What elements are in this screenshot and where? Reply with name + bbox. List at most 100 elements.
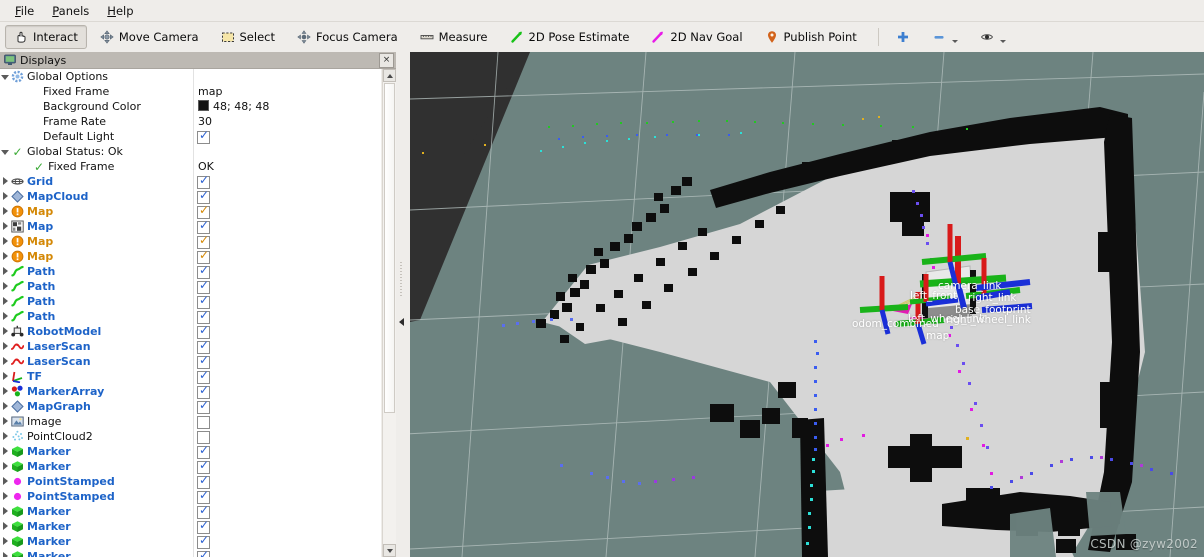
tool-publish-point-label: Publish Point: [783, 30, 857, 44]
tool-measure[interactable]: Measure: [411, 25, 497, 49]
display-item-label: Marker: [27, 535, 71, 548]
tool-select[interactable]: Select: [212, 25, 284, 49]
display-item-path-8[interactable]: Path ✓: [0, 294, 381, 309]
tree-expander[interactable]: [0, 385, 10, 398]
display-item-label: TF: [27, 370, 43, 383]
tree-expander[interactable]: [0, 550, 10, 557]
tree-expander[interactable]: [0, 355, 10, 368]
remove-tool-button[interactable]: [923, 25, 967, 49]
tool-focus-camera[interactable]: Focus Camera: [288, 25, 407, 49]
display-item-map-5[interactable]: Map ✓: [0, 249, 381, 264]
tree-expander[interactable]: [0, 400, 10, 413]
close-icon[interactable]: ×: [379, 52, 394, 68]
panel-splitter[interactable]: [396, 52, 410, 557]
display-item-mapcloud-1[interactable]: MapCloud ✓: [0, 189, 381, 204]
menu-item-file[interactable]: FFileile: [6, 2, 43, 20]
render-view-3d[interactable]: odom_combined map left_front camera_link rig…: [410, 52, 1204, 557]
display-item-marker-19[interactable]: Marker ✓: [0, 459, 381, 474]
display-item-mapgraph-15[interactable]: MapGraph ✓: [0, 399, 381, 414]
tree-expander[interactable]: [0, 460, 10, 473]
tree-expander[interactable]: [0, 430, 10, 443]
tree-expander[interactable]: [0, 70, 10, 83]
display-item-pointstamped-20[interactable]: PointStamped ✓: [0, 474, 381, 489]
display-item-marker-23[interactable]: Marker ✓: [0, 519, 381, 534]
tree-expander[interactable]: [0, 220, 10, 233]
tree-expander[interactable]: [0, 145, 10, 158]
pointstamped-icon: [10, 475, 25, 488]
collapse-left-icon[interactable]: [399, 318, 404, 326]
tree-expander[interactable]: [0, 520, 10, 533]
tool-interact[interactable]: Interact: [5, 25, 87, 49]
add-tool-button[interactable]: [887, 25, 919, 49]
display-item-marker-24[interactable]: Marker ✓: [0, 534, 381, 549]
tree-expander[interactable]: [0, 505, 10, 518]
display-checkbox[interactable]: ✓: [197, 399, 210, 414]
marker-cube-icon: [10, 445, 25, 458]
tool-2d-pose-estimate[interactable]: 2D Pose Estimate: [501, 25, 639, 49]
display-item-robotmodel-10[interactable]: RobotModel ✓: [0, 324, 381, 339]
display-item-markerarray-14[interactable]: MarkerArray ✓: [0, 384, 381, 399]
tree-expander[interactable]: [0, 415, 10, 428]
chevron-down-icon[interactable]: [951, 39, 958, 43]
tree-row-frame-rate[interactable]: Frame Rate 30: [0, 114, 381, 129]
tree-expander[interactable]: [0, 325, 10, 338]
display-item-image-16[interactable]: Image: [0, 414, 381, 429]
display-item-map-3[interactable]: Map ✓: [0, 219, 381, 234]
tree-expander[interactable]: [0, 235, 10, 248]
row-checkbox[interactable]: ✓: [197, 129, 210, 144]
tree-row-global-options[interactable]: Global Options: [0, 69, 381, 84]
color-swatch[interactable]: [198, 100, 209, 111]
display-item-laserscan-12[interactable]: LaserScan ✓: [0, 354, 381, 369]
tree-expander[interactable]: [0, 535, 10, 548]
scroll-up-button[interactable]: [383, 69, 396, 82]
tree-expander[interactable]: [0, 310, 10, 323]
tree-expander[interactable]: [0, 370, 10, 383]
display-item-marker-18[interactable]: Marker ✓: [0, 444, 381, 459]
tree-expander[interactable]: [0, 205, 10, 218]
tool-properties-button[interactable]: [971, 25, 1015, 49]
display-item-laserscan-11[interactable]: LaserScan ✓: [0, 339, 381, 354]
display-item-tf-13[interactable]: TF ✓: [0, 369, 381, 384]
display-item-marker-22[interactable]: Marker ✓: [0, 504, 381, 519]
tool-move-camera[interactable]: Move Camera: [91, 25, 208, 49]
display-item-path-9[interactable]: Path ✓: [0, 309, 381, 324]
tree-row-fixed-frame-status[interactable]: ✓ Fixed Frame OK: [0, 159, 381, 174]
scroll-down-button[interactable]: [383, 544, 396, 557]
tree-expander[interactable]: [0, 265, 10, 278]
tree-expander[interactable]: [0, 250, 10, 263]
tool-publish-point[interactable]: Publish Point: [756, 25, 866, 49]
display-item-label: Path: [27, 280, 56, 293]
tree-expander[interactable]: [0, 340, 10, 353]
display-item-pointcloud2-17[interactable]: PointCloud2: [0, 429, 381, 444]
scrollbar-thumb[interactable]: [384, 83, 395, 413]
tree-expander[interactable]: [0, 190, 10, 203]
tree-row-fixed-frame[interactable]: Fixed Frame map: [0, 84, 381, 99]
tree-expander[interactable]: [0, 295, 10, 308]
display-item-label: Image: [27, 415, 62, 428]
tf-label-right_link: right_link: [968, 292, 1017, 304]
tree-row-default-light[interactable]: Default Light ✓: [0, 129, 381, 144]
tree-row-global-status[interactable]: ✓ Global Status: Ok: [0, 144, 381, 159]
tree-row-background-color[interactable]: Background Color 48; 48; 48: [0, 99, 381, 114]
display-item-path-6[interactable]: Path ✓: [0, 264, 381, 279]
display-item-grid-0[interactable]: Grid ✓: [0, 174, 381, 189]
tree-expander[interactable]: [0, 175, 10, 188]
display-item-pointstamped-21[interactable]: PointStamped ✓: [0, 489, 381, 504]
tool-2d-nav-goal[interactable]: 2D Nav Goal: [642, 25, 751, 49]
display-checkbox[interactable]: [197, 416, 210, 429]
tree-expander[interactable]: [0, 280, 10, 293]
menu-item-help[interactable]: Help: [98, 2, 142, 20]
display-item-map-2[interactable]: Map ✓: [0, 204, 381, 219]
chevron-down-icon-2[interactable]: [999, 39, 1006, 43]
display-item-map-4[interactable]: Map ✓: [0, 234, 381, 249]
display-item-path-7[interactable]: Path ✓: [0, 279, 381, 294]
display-item-label: MapGraph: [27, 400, 91, 413]
displays-scrollbar[interactable]: [382, 69, 396, 557]
tree-expander[interactable]: [0, 475, 10, 488]
display-checkbox[interactable]: ✓: [197, 549, 210, 557]
display-item-marker-25[interactable]: Marker ✓: [0, 549, 381, 557]
displays-tree[interactable]: Global Options Fixed Frame map Background C…: [0, 69, 381, 557]
tree-expander[interactable]: [0, 490, 10, 503]
menu-item-panels[interactable]: Panels: [43, 2, 98, 20]
tree-expander[interactable]: [0, 445, 10, 458]
